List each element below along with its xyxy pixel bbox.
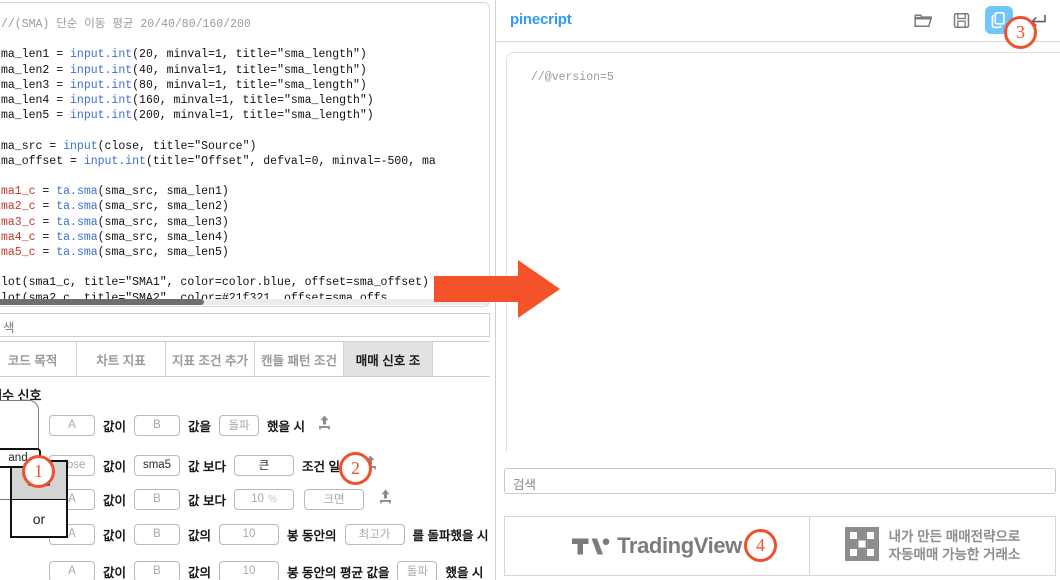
field-a[interactable]: A <box>49 414 95 436</box>
tradingview-logo-icon <box>572 533 610 560</box>
right-panel: pinecript //@version=5 검색 TradingView 내가… <box>495 0 1060 580</box>
code-preview-text: //(SMA) 단순 이동 평균 20/40/80/160/200 ma_len… <box>1 18 436 305</box>
left-search-text: 색 <box>3 321 15 335</box>
row-label: 값의 <box>188 528 212 543</box>
row-tail-label: 했을 시 <box>445 565 484 580</box>
field-b[interactable]: sma5 <box>134 454 181 476</box>
tab-trade-signal[interactable]: 매매 신호 조 <box>344 342 433 376</box>
generated-code-preview[interactable]: //(SMA) 단순 이동 평균 20/40/80/160/200 ma_len… <box>0 2 490 307</box>
condition-row: close 값이 sma5 값 보다 큰 조건 일시 <box>0 450 490 480</box>
operator-select[interactable]: 돌파 <box>219 414 260 436</box>
operator-select[interactable]: 큰 <box>234 454 294 476</box>
amount-field[interactable]: 10% <box>234 488 294 510</box>
condition-row: A 값이 B 값을 돌파 했을 시 <box>0 410 490 440</box>
row-tail-label: 를 돌파했을 시 <box>412 528 489 543</box>
tab-label: 코드 목적 <box>7 353 58 368</box>
apply-condition-icon[interactable] <box>316 414 333 436</box>
field-a[interactable]: A <box>49 560 95 580</box>
exchange-promo-line2: 자동매매 가능한 거래소 <box>888 547 1021 562</box>
operator-select[interactable]: 크면 <box>304 488 364 510</box>
apply-condition-icon[interactable] <box>377 488 394 510</box>
field-b[interactable]: B <box>134 414 181 436</box>
panel-title: pinecript <box>510 11 572 28</box>
field-b[interactable]: B <box>134 488 181 510</box>
pinescript-editor[interactable]: //@version=5 <box>506 52 1060 452</box>
right-search-input[interactable]: 검색 <box>504 468 1056 494</box>
footer-links: TradingView 내가 만든 매매전략으로 자동매매 가능한 거래소 <box>504 516 1056 576</box>
row-label: 값의 <box>188 565 212 580</box>
right-panel-header: pinecript <box>496 0 1060 42</box>
tab-label: 지표 조건 추가 <box>172 353 248 368</box>
tab-label: 매매 신호 조 <box>355 353 421 368</box>
right-search-placeholder: 검색 <box>513 478 537 492</box>
row-tail-label: 했을 시 <box>267 419 306 434</box>
row-label: 값이 <box>103 493 127 508</box>
field-b[interactable]: B <box>134 523 181 545</box>
tab-code-purpose[interactable]: 코드 목적 <box>0 342 77 376</box>
annotation-badge-3: 3 <box>1004 16 1037 49</box>
exchange-promo[interactable]: 내가 만든 매매전략으로 자동매매 가능한 거래소 <box>810 517 1055 575</box>
tab-label: 차트 지표 <box>96 353 146 368</box>
row-label: 봉 동안의 <box>287 528 337 543</box>
flow-arrow-right-icon <box>432 258 562 325</box>
tab-candle-pattern[interactable]: 캔들 패턴 조건 <box>255 342 344 376</box>
save-icon[interactable] <box>947 6 975 34</box>
row-label: 값 보다 <box>188 493 226 508</box>
left-panel: //(SMA) 단순 이동 평균 20/40/80/160/200 ma_len… <box>0 0 490 580</box>
annotation-badge-1: 1 <box>22 455 55 488</box>
row-label: 값 보다 <box>188 459 226 474</box>
left-search-input[interactable]: 색 <box>0 313 490 337</box>
row-label: 값이 <box>103 565 127 580</box>
amount-unit: % <box>267 493 277 505</box>
condition-row: A 값이 B 값의 10 봉 동안의 평균 값을 돌파 했을 시 <box>0 556 490 580</box>
tab-chart-indicator[interactable]: 차트 지표 <box>77 342 166 376</box>
tradingview-label: TradingView <box>617 533 742 558</box>
dropdown-option-or[interactable]: or <box>12 500 66 537</box>
field-b[interactable]: B <box>134 560 181 580</box>
row-label: 봉 동안의 평균 값을 <box>287 565 390 580</box>
amount-value: 10 <box>251 493 264 505</box>
editor-code-text: //@version=5 <box>531 71 614 84</box>
exchange-logo-icon <box>844 526 879 566</box>
tab-bar: 코드 목적 차트 지표 지표 조건 추가 캔들 패턴 조건 매매 신호 조 <box>0 341 490 377</box>
annotation-badge-2: 2 <box>339 452 372 485</box>
tab-indicator-condition[interactable]: 지표 조건 추가 <box>166 342 255 376</box>
annotation-badge-4: 4 <box>744 529 777 562</box>
exchange-promo-line1: 내가 만든 매매전략으로 <box>888 529 1021 544</box>
row-label: 값이 <box>103 419 127 434</box>
app-root: //(SMA) 단순 이동 평균 20/40/80/160/200 ma_len… <box>0 0 1060 580</box>
exchange-promo-text: 내가 만든 매매전략으로 자동매매 가능한 거래소 <box>889 528 1021 564</box>
row-label: 값이 <box>103 528 127 543</box>
tab-label: 캔들 패턴 조건 <box>261 353 337 368</box>
bar-count-field[interactable]: 10 <box>219 560 280 580</box>
operator-select[interactable]: 돌파 <box>397 560 438 580</box>
row-label: 값을 <box>188 419 212 434</box>
bar-count-field[interactable]: 10 <box>219 523 280 545</box>
operator-select[interactable]: 최고가 <box>344 523 405 545</box>
condition-row: A 값이 B 값 보다 10% 크면 <box>0 484 490 514</box>
row-label: 값이 <box>103 459 127 474</box>
folder-open-icon[interactable] <box>909 6 937 34</box>
code-hscrollbar-thumb[interactable] <box>0 299 204 305</box>
condition-row: A 값이 B 값의 10 봉 동안의 최고가 를 돌파했을 시 <box>0 519 490 549</box>
